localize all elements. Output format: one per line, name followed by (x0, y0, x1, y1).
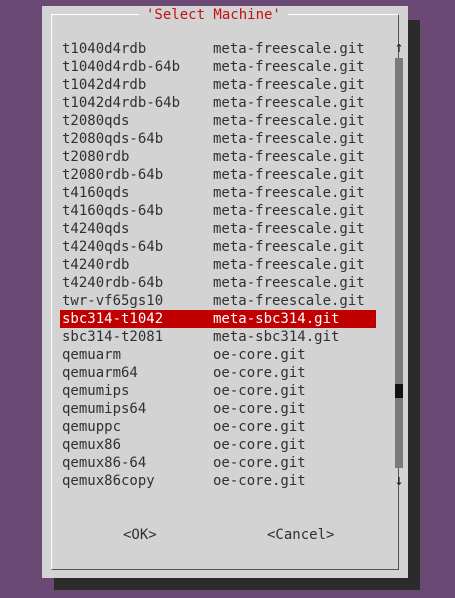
machine-layer: meta-freescale.git (213, 41, 365, 57)
machine-name: qemuarm64 (62, 365, 138, 381)
machine-name: t1040d4rdb-64b (62, 59, 181, 75)
list-item[interactable]: qemux86-64 oe-core.git (60, 454, 376, 472)
list-item[interactable]: qemux86copy oe-core.git (60, 472, 376, 490)
scrollbar-thumb[interactable] (395, 384, 403, 398)
list-item[interactable]: t4160qds meta-freescale.git (60, 184, 376, 202)
scrollbar-track[interactable] (395, 58, 403, 468)
list-item[interactable]: sbc314-t2081 meta-sbc314.git (60, 328, 376, 346)
machine-layer: meta-sbc314.git (213, 329, 340, 345)
machine-name: sbc314-t2081 (62, 329, 164, 345)
dialog-title: 'Select Machine' (139, 6, 288, 24)
machine-layer: meta-freescale.git (213, 239, 365, 255)
machine-name: t1042d4rdb (62, 77, 147, 93)
machine-name: sbc314-t1042 (62, 311, 164, 327)
list-item[interactable]: qemux86 oe-core.git (60, 436, 376, 454)
list-item[interactable]: t4160qds-64b meta-freescale.git (60, 202, 376, 220)
list-item[interactable]: qemuarm oe-core.git (60, 346, 376, 364)
machine-name: twr-vf65gs10 (62, 293, 164, 309)
machine-layer: oe-core.git (213, 437, 306, 453)
machine-name: qemumips64 (62, 401, 147, 417)
machine-layer: meta-freescale.git (213, 113, 365, 129)
machine-layer: meta-freescale.git (213, 131, 365, 147)
machine-name: t4240rdb-64b (62, 275, 164, 291)
list-item[interactable]: qemuppc oe-core.git (60, 418, 376, 436)
list-item[interactable]: t2080rdb meta-freescale.git (60, 148, 376, 166)
machine-layer: oe-core.git (213, 347, 306, 363)
list-item[interactable]: t1042d4rdb meta-freescale.git (60, 76, 376, 94)
machine-name: t4160qds (62, 185, 130, 201)
list-item[interactable]: t2080qds meta-freescale.git (60, 112, 376, 130)
machine-name: t2080rdb-64b (62, 167, 164, 183)
list-item[interactable]: twr-vf65gs10 meta-freescale.git (60, 292, 376, 310)
machine-name: t4240qds (62, 221, 130, 237)
list-item[interactable]: t2080rdb-64b meta-freescale.git (60, 166, 376, 184)
scroll-down-arrow-icon[interactable]: ↓ (392, 472, 406, 488)
machine-name: t4240rdb (62, 257, 130, 273)
machine-layer: oe-core.git (213, 419, 306, 435)
machine-name: t2080rdb (62, 149, 130, 165)
machine-layer: meta-freescale.git (213, 203, 365, 219)
list-item[interactable]: t4240rdb-64b meta-freescale.git (60, 274, 376, 292)
machine-name: qemux86 (62, 437, 122, 453)
scroll-up-arrow-icon[interactable]: ↑ (392, 39, 406, 55)
list-item[interactable]: t4240qds-64b meta-freescale.git (60, 238, 376, 256)
machine-name: qemux86copy (62, 473, 155, 489)
machine-name: t2080qds (62, 113, 130, 129)
machine-name: t2080qds-64b (62, 131, 164, 147)
machine-name: t4240qds-64b (62, 239, 164, 255)
list-item[interactable]: t4240qds meta-freescale.git (60, 220, 376, 238)
machine-layer: oe-core.git (213, 365, 306, 381)
machine-layer: meta-freescale.git (213, 77, 365, 93)
machine-layer: meta-freescale.git (213, 149, 365, 165)
machine-name: t4160qds-64b (62, 203, 164, 219)
machine-layer: meta-freescale.git (213, 293, 365, 309)
machine-layer: oe-core.git (213, 455, 306, 471)
machine-layer: meta-freescale.git (213, 95, 365, 111)
list-item-selected[interactable]: sbc314-t1042 meta-sbc314.git (60, 310, 376, 328)
list-item[interactable]: qemuarm64 oe-core.git (60, 364, 376, 382)
machine-list[interactable]: t1040d4rdb meta-freescale.git t1040d4rdb-6… (60, 40, 376, 490)
machine-name: t1040d4rdb (62, 41, 147, 57)
machine-name: t1042d4rdb-64b (62, 95, 181, 111)
machine-layer: meta-sbc314.git (213, 311, 340, 327)
machine-name: qemuppc (62, 419, 122, 435)
machine-name: qemux86-64 (62, 455, 147, 471)
list-item[interactable]: t2080qds-64b meta-freescale.git (60, 130, 376, 148)
machine-layer: meta-freescale.git (213, 167, 365, 183)
machine-layer: meta-freescale.git (213, 185, 365, 201)
machine-layer: meta-freescale.git (213, 275, 365, 291)
machine-layer: oe-core.git (213, 401, 306, 417)
machine-name: qemuarm (62, 347, 122, 363)
machine-layer: oe-core.git (213, 473, 306, 489)
machine-layer: meta-freescale.git (213, 257, 365, 273)
machine-name: qemumips (62, 383, 130, 399)
machine-layer: oe-core.git (213, 383, 306, 399)
list-item[interactable]: qemumips oe-core.git (60, 382, 376, 400)
select-machine-dialog: 'Select Machine' t1040d4rdb meta-freescal… (42, 6, 408, 578)
cancel-button[interactable]: <Cancel> (267, 526, 334, 544)
list-item[interactable]: t1040d4rdb meta-freescale.git (60, 40, 376, 58)
list-item[interactable]: t4240rdb meta-freescale.git (60, 256, 376, 274)
ok-button[interactable]: <OK> (123, 526, 157, 544)
machine-layer: meta-freescale.git (213, 221, 365, 237)
list-item[interactable]: t1040d4rdb-64b meta-freescale.git (60, 58, 376, 76)
machine-layer: meta-freescale.git (213, 59, 365, 75)
list-item[interactable]: t1042d4rdb-64b meta-freescale.git (60, 94, 376, 112)
list-item[interactable]: qemumips64 oe-core.git (60, 400, 376, 418)
